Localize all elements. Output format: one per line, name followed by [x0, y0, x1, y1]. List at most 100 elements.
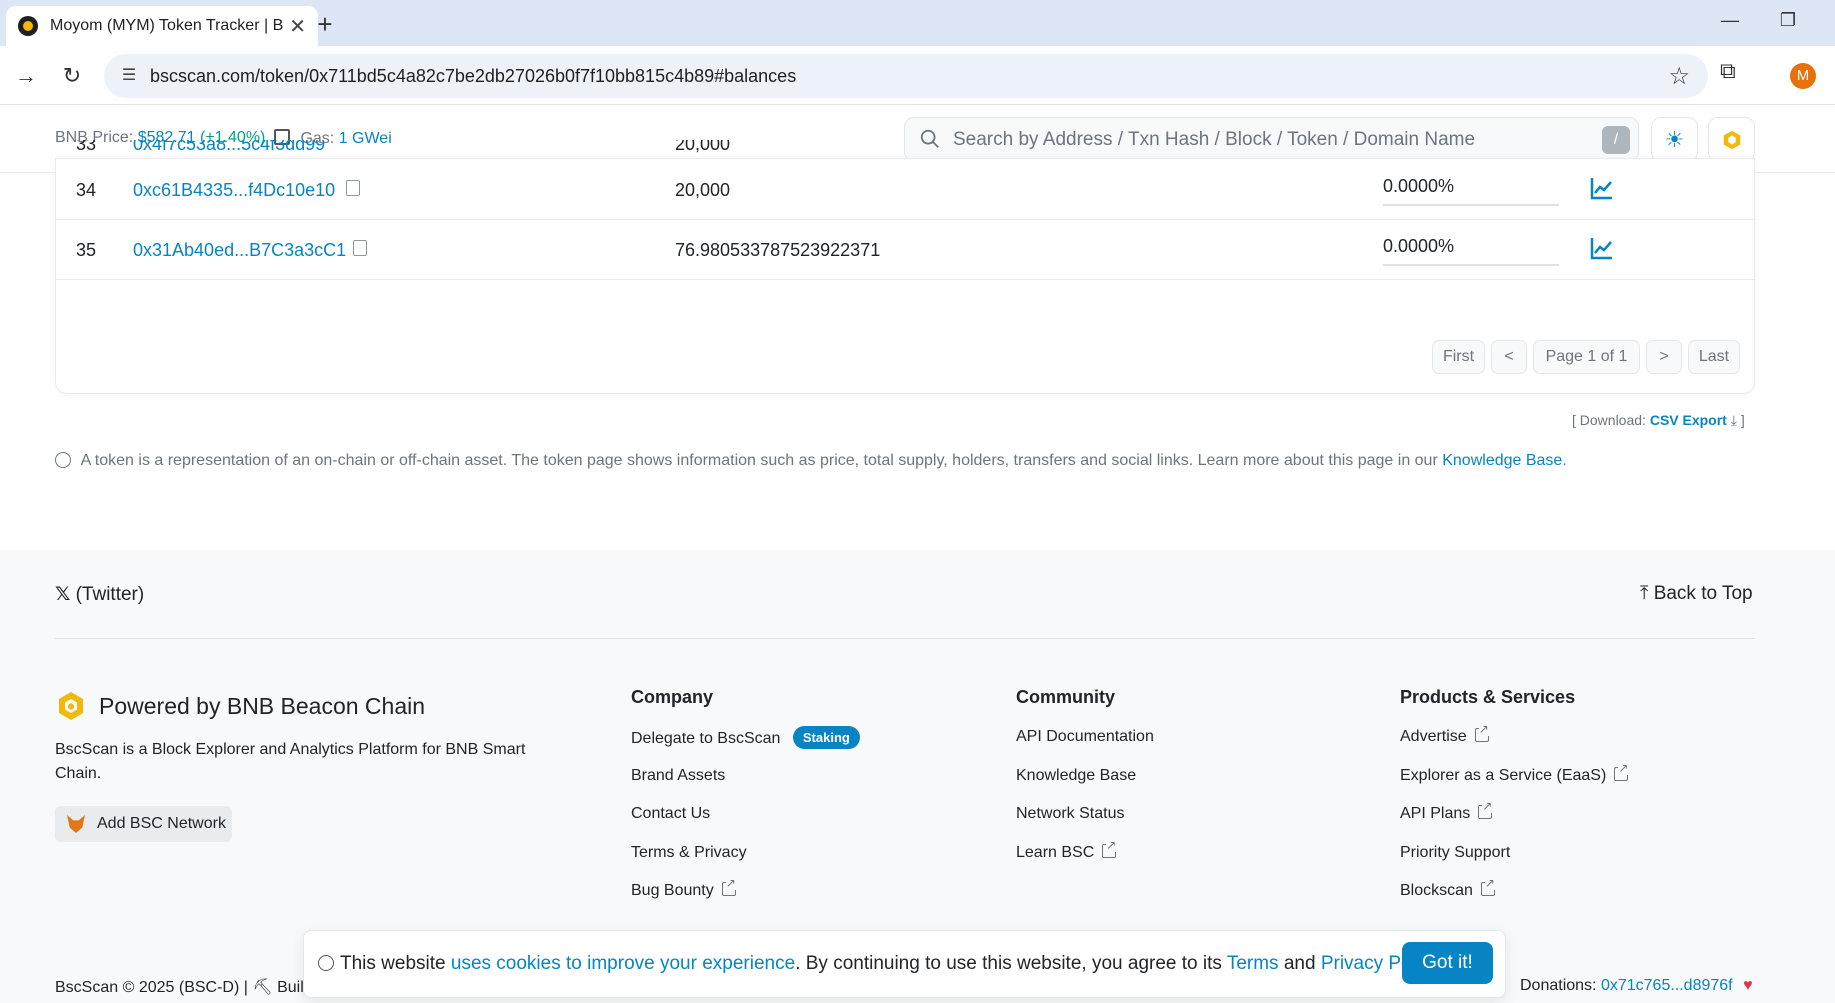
- add-bsc-network-button[interactable]: Add BSC Network: [55, 806, 232, 842]
- browser-tabbar: Moyom (MYM) Token Tracker | B ✕ + — ❐: [0, 0, 1835, 46]
- cookie-text-2: . By continuing to use this website, you…: [795, 953, 1222, 974]
- holder-rank: 34: [76, 180, 97, 200]
- forward-icon[interactable]: →: [8, 58, 44, 94]
- terms-link[interactable]: Terms: [1227, 953, 1279, 974]
- analytics-chart-icon[interactable]: [1588, 234, 1616, 262]
- percentage-bar: [1383, 204, 1559, 206]
- holder-rank: 35: [76, 240, 97, 260]
- footer-link-eaas[interactable]: Explorer as a Service (EaaS): [1400, 761, 1629, 785]
- table-row: 34 0xc61B4335...f4Dc10e10 20,000 0.0000%: [56, 160, 1756, 220]
- minimize-icon[interactable]: —: [1700, 0, 1760, 40]
- x-logo-icon: 𝕏: [55, 584, 71, 605]
- pagination-first-button[interactable]: First: [1432, 340, 1485, 374]
- footer-link-api-plans[interactable]: API Plans: [1400, 799, 1493, 823]
- holder-quantity: 20,000: [675, 140, 731, 154]
- powered-by: Powered by BNB Beacon Chain: [55, 690, 425, 722]
- tab-close-icon[interactable]: ✕: [289, 14, 306, 39]
- arrow-up-icon: ⤒: [1640, 583, 1649, 604]
- footer-company-heading: Company: [631, 687, 714, 707]
- cookie-policy-link[interactable]: uses cookies to improve your experience: [451, 953, 795, 974]
- delegate-label: Delegate to BscScan: [631, 730, 781, 747]
- csv-export-link[interactable]: CSV Export: [1650, 412, 1727, 428]
- cookie-banner: This website uses cookies to improve you…: [303, 930, 1506, 998]
- extensions-icon[interactable]: ⧉: [1720, 58, 1736, 84]
- lightbulb-icon: [55, 452, 71, 468]
- bookmark-star-icon[interactable]: ☆: [1668, 62, 1690, 91]
- metamask-fox-icon: [67, 815, 85, 833]
- info-end: .: [1562, 452, 1567, 469]
- footer-link-knowledge-base[interactable]: Knowledge Base: [1016, 767, 1136, 785]
- back-to-top-label: Back to Top: [1653, 583, 1753, 604]
- holders-table: 33 0x4f7c53a8...5c4f3dd99 20,000 34 0xc6…: [55, 140, 1756, 394]
- external-link-icon: [1474, 722, 1489, 742]
- footer-link-api-docs[interactable]: API Documentation: [1016, 728, 1154, 746]
- pagination-next-button[interactable]: >: [1646, 340, 1682, 374]
- download-suffix: ]: [1740, 412, 1745, 428]
- donations-label: Donations:: [1520, 977, 1597, 994]
- footer-link-contact[interactable]: Contact Us: [631, 805, 710, 823]
- site-info-icon[interactable]: ☰: [118, 65, 140, 87]
- download-prefix: [ Download:: [1572, 412, 1646, 428]
- new-tab-button[interactable]: +: [308, 8, 342, 42]
- analytics-chart-icon[interactable]: [1588, 174, 1616, 202]
- info-text: A token is a representation of an on-cha…: [80, 452, 1438, 469]
- url-text: bscscan.com/token/0x711bd5c4a82c7be2db27…: [150, 65, 797, 86]
- holder-address-link[interactable]: 0xc61B4335...f4Dc10e10: [133, 180, 335, 201]
- heart-icon: ♥: [1743, 977, 1753, 994]
- restore-icon[interactable]: ❐: [1758, 0, 1818, 40]
- pagination-prev-button[interactable]: <: [1491, 340, 1527, 374]
- percentage-bar: [1383, 264, 1559, 266]
- copy-icon[interactable]: [346, 180, 360, 196]
- footer-link-priority-support[interactable]: Priority Support: [1400, 844, 1510, 862]
- learn-bsc-label: Learn BSC: [1016, 844, 1095, 861]
- cookie-text-1: This website: [340, 953, 446, 974]
- back-to-top-link[interactable]: ⤒ Back to Top: [1640, 583, 1753, 605]
- external-link-icon: [1614, 761, 1629, 781]
- footer-link-learn-bsc[interactable]: Learn BSC: [1016, 838, 1117, 862]
- token-info-note: A token is a representation of an on-cha…: [55, 452, 1567, 470]
- footer-link-terms[interactable]: Terms & Privacy: [631, 844, 747, 862]
- address-bar[interactable]: ☰ bscscan.com/token/0x711bd5c4a82c7be2db…: [104, 54, 1708, 98]
- holder-quantity: 20,000: [675, 180, 731, 200]
- add-bsc-network-label: Add BSC Network: [97, 815, 226, 832]
- external-link-icon: [721, 876, 736, 896]
- download-icon: ⤓: [1730, 412, 1737, 428]
- knowledge-base-link[interactable]: Knowledge Base: [1442, 452, 1562, 469]
- twitter-link[interactable]: 𝕏 (Twitter): [55, 583, 144, 606]
- cookie-text-3: and: [1283, 953, 1316, 974]
- external-link-icon: [1102, 838, 1117, 858]
- blockscan-label: Blockscan: [1400, 882, 1473, 899]
- pagination-page-indicator: Page 1 of 1: [1533, 340, 1640, 374]
- api-plans-label: API Plans: [1400, 805, 1471, 822]
- holder-rank: 33: [76, 140, 97, 154]
- cookie-accept-button[interactable]: Got it!: [1402, 942, 1493, 984]
- footer-link-bug-bounty[interactable]: Bug Bounty: [631, 876, 736, 900]
- profile-avatar[interactable]: M: [1790, 63, 1816, 89]
- reload-icon[interactable]: ↻: [54, 58, 90, 94]
- holder-address-link[interactable]: 0x4f7c53a8...5c4f3dd99: [133, 140, 325, 155]
- advertise-label: Advertise: [1400, 728, 1467, 745]
- tab-title: Moyom (MYM) Token Tracker | B: [50, 17, 284, 34]
- footer-link-blockscan[interactable]: Blockscan: [1400, 876, 1495, 900]
- footer-link-advertise[interactable]: Advertise: [1400, 722, 1489, 746]
- footer-link-delegate[interactable]: Delegate to BscScan Staking: [631, 726, 860, 749]
- browser-toolbar: → ↻ ☰ bscscan.com/token/0x711bd5c4a82c7b…: [0, 46, 1835, 105]
- footer-about: BscScan is a Block Explorer and Analytic…: [55, 741, 526, 782]
- donations-address-link[interactable]: 0x71c765...d8976f: [1601, 977, 1733, 994]
- staking-badge: Staking: [792, 726, 860, 749]
- holder-percentage: 0.0000%: [1383, 236, 1455, 256]
- cookie-icon: [318, 955, 334, 971]
- holder-address-link[interactable]: 0x31Ab40ed...B7C3a3cC1: [133, 240, 346, 261]
- footer-link-network-status[interactable]: Network Status: [1016, 805, 1124, 823]
- footer-copyright: BscScan © 2025 (BSC-D) | ⛏ Buil: [55, 979, 304, 996]
- csv-download: [ Download: CSV Export ⤓ ]: [1572, 412, 1745, 429]
- footer-link-brand-assets[interactable]: Brand Assets: [631, 767, 725, 785]
- pagination-last-button[interactable]: Last: [1688, 340, 1740, 374]
- browser-tab[interactable]: Moyom (MYM) Token Tracker | B ✕: [6, 6, 318, 46]
- external-link-icon: [1478, 799, 1493, 819]
- table-row: 33 0x4f7c53a8...5c4f3dd99 20,000: [56, 140, 1756, 159]
- cookie-text: This website uses cookies to improve you…: [318, 953, 1443, 975]
- powered-by-text: Powered by BNB Beacon Chain: [99, 692, 426, 719]
- copy-icon[interactable]: [353, 240, 367, 256]
- holder-quantity: 76.980533787523922371: [675, 240, 881, 260]
